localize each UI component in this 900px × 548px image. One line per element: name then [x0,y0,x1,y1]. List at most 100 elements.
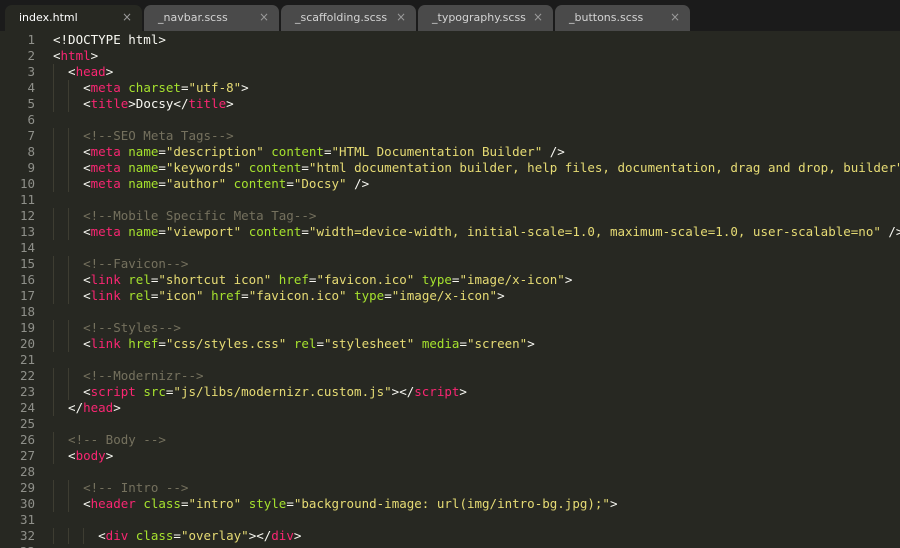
code-token: "stylesheet" [323,336,415,351]
indent-guide [68,480,70,496]
code-line[interactable]: 19 <!--Styles--> [0,320,900,336]
code-line[interactable]: 14 [0,240,900,256]
tab-buttons-scss[interactable]: _buttons.scss × [555,5,690,31]
tab-bar: index.html × _navbar.scss × _scaffolding… [0,0,900,31]
code-line[interactable]: 20 <link href="css/styles.css" rel="style… [0,336,900,352]
code-token: script [90,384,136,399]
code-line[interactable]: 15 <!--Favicon--> [0,256,900,272]
indent-guide [53,224,54,240]
code-token: type [421,272,452,287]
code-token: <!--SEO Meta Tags--> [83,128,234,143]
code-text: <script src="js/libs/modernizr.custom.js… [83,384,467,400]
code-token: < [98,528,106,543]
code-line[interactable]: 25 [0,416,900,432]
code-token: "favicon.ico" [248,288,347,303]
code-token: header [90,496,136,511]
code-token: "width=device-width, initial-scale=1.0, … [308,224,881,239]
code-token: = [158,160,166,175]
line-number: 9 [27,160,35,175]
tab-navbar-scss[interactable]: _navbar.scss × [144,5,279,31]
code-token: ></ [248,528,272,543]
code-token: > [241,80,249,95]
code-line[interactable]: 13 <meta name="viewport" content="width=d… [0,224,900,240]
code-text: <!--Favicon--> [83,256,188,272]
code-token: /> [888,224,900,239]
code-token: class [135,528,174,543]
tab-index-html[interactable]: index.html × [5,5,142,31]
code-text: <link rel="shortcut icon" href="favicon.… [83,272,572,288]
code-line[interactable]: 28 [0,464,900,480]
close-icon[interactable]: × [670,10,680,24]
code-token: = [301,160,309,175]
code-line[interactable]: 22 <!--Modernizr--> [0,368,900,384]
code-line[interactable]: 23 <script src="js/libs/modernizr.custom.… [0,384,900,400]
close-icon[interactable]: × [533,10,543,24]
code-token: > [105,64,114,79]
code-token: < [68,64,76,79]
line-number: 10 [19,176,35,191]
code-text: <meta name="viewport" content="width=dev… [83,224,900,240]
code-text: <!--Mobile Specific Meta Tag--> [83,208,316,224]
indent-guide [53,496,54,512]
code-line[interactable]: 17 <link rel="icon" href="favicon.ico" ty… [0,288,900,304]
code-line[interactable]: 16 <link rel="shortcut icon" href="favico… [0,272,900,288]
code-line[interactable]: 21 [0,352,900,368]
code-line[interactable]: 24 </head> [0,400,900,416]
indent-guide [83,528,85,544]
tab-label: _buttons.scss [569,11,644,24]
code-token: = [158,144,166,159]
close-icon[interactable]: × [259,10,269,24]
line-number: 8 [27,144,35,159]
code-line[interactable]: 2 <html> [0,48,900,64]
indent-guide [68,496,70,512]
close-icon[interactable]: × [396,10,406,24]
close-icon[interactable]: × [122,10,132,24]
code-token: /> [542,144,565,159]
code-line[interactable]: 4 <meta charset="utf-8"> [0,80,900,96]
code-line[interactable]: 29 <!-- Intro --> [0,480,900,496]
code-token: > [459,384,467,399]
code-token: < [83,160,91,175]
code-line[interactable]: 18 [0,304,900,320]
code-line[interactable]: 12 <!--Mobile Specific Meta Tag--> [0,208,900,224]
code-line[interactable]: 6 [0,112,900,128]
code-line[interactable]: 32 <div class="overlay"></div> [0,528,900,544]
indent-guide [53,272,54,288]
tab-typography-scss[interactable]: _typography.scss × [418,5,553,31]
code-line[interactable]: 26 <!-- Body --> [0,432,900,448]
code-line[interactable]: 1 <!DOCTYPE html> [0,32,900,48]
code-line[interactable]: 33 [0,544,900,548]
code-line[interactable]: 31 [0,512,900,528]
line-number: 4 [27,80,35,95]
code-line[interactable]: 9 <meta name="keywords" content="html doc… [0,160,900,176]
line-number: 1 [27,32,35,47]
code-line[interactable]: 8 <meta name="description" content="HTML … [0,144,900,160]
code-line[interactable]: 7 <!--SEO Meta Tags--> [0,128,900,144]
code-token: > [564,272,573,287]
indent-guide [68,256,70,272]
code-line[interactable]: 3 <head> [0,64,900,80]
code-line[interactable]: 30 <header class="intro" style="backgroun… [0,496,900,512]
code-editor[interactable]: 1 <!DOCTYPE html> 2 <html> 3 <head> 4 <meta cha… [0,31,900,548]
line-number: 20 [19,336,35,351]
code-token: >Docsy</ [128,96,189,111]
code-token: meta [90,160,121,175]
code-token: < [83,384,91,399]
tab-scaffolding-scss[interactable]: _scaffolding.scss × [281,5,416,31]
line-number: 19 [19,320,35,335]
code-token: href [128,336,159,351]
code-line[interactable]: 11 [0,192,900,208]
indent-guide [53,384,54,400]
code-line[interactable]: 5 <title>Docsy</title> [0,96,900,112]
code-token: > [226,96,234,111]
code-line[interactable]: 27 <body> [0,448,900,464]
line-number: 2 [27,48,35,63]
line-number: 21 [19,352,35,367]
line-number: 11 [19,192,35,207]
code-line[interactable]: 10 <meta name="author" content="Docsy" /> [0,176,900,192]
code-token: "image/x-icon" [459,272,565,287]
code-token: content [248,160,302,175]
indent-guide [53,480,54,496]
indent-guide [53,144,54,160]
